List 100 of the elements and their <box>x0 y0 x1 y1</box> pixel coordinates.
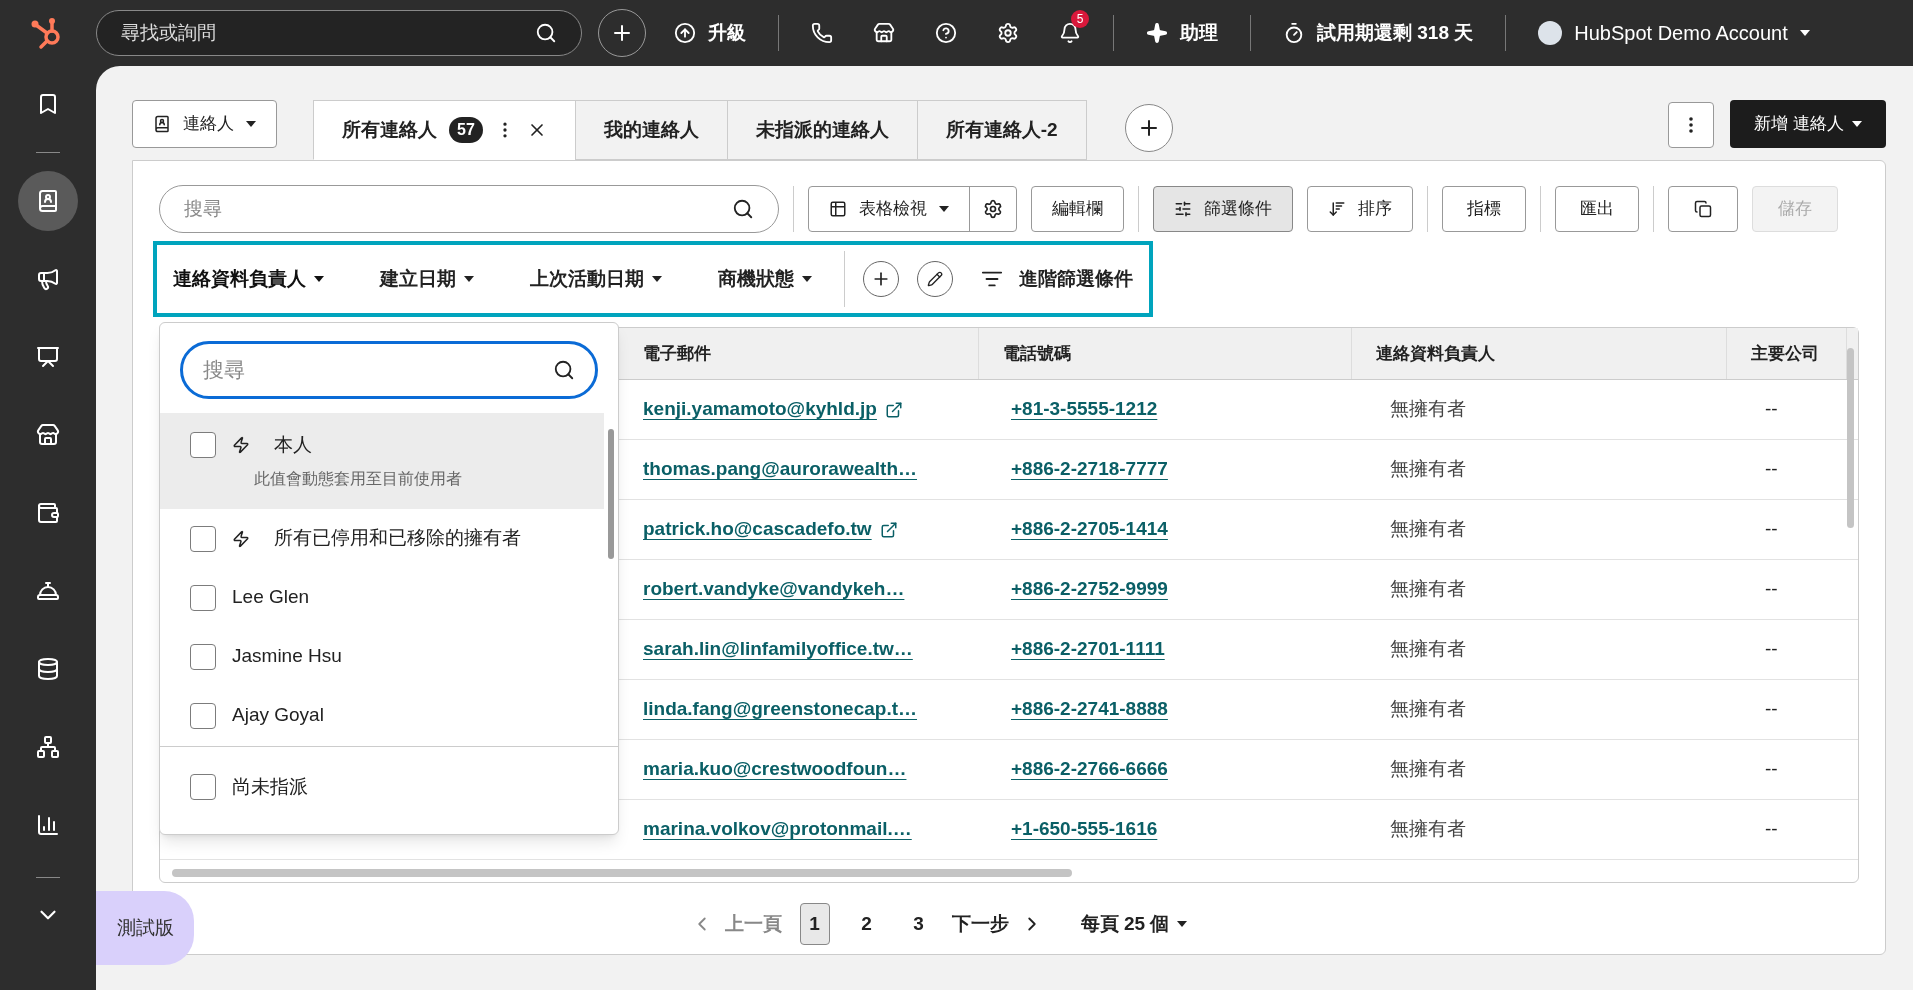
sidebar-item[interactable] <box>18 171 78 231</box>
filters-button[interactable]: 篩選條件 <box>1153 186 1293 232</box>
caret-icon <box>314 276 324 282</box>
export-button[interactable]: 匯出 <box>1555 186 1639 232</box>
view-tab[interactable]: 所有連絡人-2 <box>916 100 1087 160</box>
checkbox[interactable] <box>190 702 216 729</box>
sort-button[interactable]: 排序 <box>1307 186 1413 232</box>
next-page-button[interactable]: 下一步 <box>951 909 1043 939</box>
phone-link[interactable]: +886-2-2705-1414 <box>1011 518 1168 540</box>
email-link[interactable]: marina.volkov@protonmail.… <box>643 815 912 844</box>
owner-cell: 無擁有者 <box>1390 758 1466 780</box>
owner-cell: 無擁有者 <box>1390 398 1466 420</box>
service-bell-icon <box>36 579 60 603</box>
checkbox[interactable] <box>190 525 216 552</box>
owner-cell: 無擁有者 <box>1390 638 1466 660</box>
search-icon <box>535 22 557 44</box>
phone-link[interactable]: +886-2-2701-1111 <box>1011 638 1165 660</box>
settings-icon[interactable] <box>997 22 1019 44</box>
view-tab[interactable]: 我的連絡人 <box>574 100 728 160</box>
edit-columns-button[interactable]: 編輯欄 <box>1031 186 1124 232</box>
phone-link[interactable]: +81-3-5555-1212 <box>1011 398 1158 420</box>
object-selector[interactable]: 連絡人 <box>132 100 277 148</box>
column-header[interactable]: 連絡資料負責人 <box>1376 340 1495 367</box>
email-link[interactable]: kenji.yamamoto@kyhld.jp <box>643 395 877 424</box>
page-button[interactable]: 1 <box>799 903 830 945</box>
beta-button[interactable]: 測試版 <box>96 891 194 965</box>
account-menu[interactable]: HubSpot Demo Account <box>1538 18 1810 48</box>
company-cell: -- <box>1765 698 1778 720</box>
email-link[interactable]: sarah.lin@linfamilyoffice.tw… <box>643 635 913 664</box>
presentation-icon <box>36 345 60 369</box>
column-header[interactable]: 主要公司 <box>1751 340 1819 367</box>
sort-icon <box>1328 200 1346 218</box>
filter-dropdown[interactable]: 連絡資料負責人 <box>173 264 324 294</box>
option-label[interactable]: 尚未指派 <box>232 772 308 802</box>
megaphone-icon <box>36 267 60 291</box>
advanced-filters-button[interactable]: 進階篩選條件 <box>981 264 1133 294</box>
email-link[interactable]: robert.vandyke@vandykeh… <box>643 575 905 604</box>
page-button[interactable]: 3 <box>903 903 934 945</box>
phone-link[interactable]: +886-2-2752-9999 <box>1011 578 1168 600</box>
email-link[interactable]: linda.fang@greenstonecap.t… <box>643 695 917 724</box>
page-button[interactable]: 2 <box>851 903 882 945</box>
list-scrollbar[interactable] <box>608 429 614 559</box>
contact-book-icon <box>36 189 60 213</box>
contact-book-icon <box>153 115 171 133</box>
checkbox[interactable] <box>190 774 216 800</box>
caret-icon <box>652 276 662 282</box>
checkbox[interactable] <box>190 432 216 458</box>
company-cell: -- <box>1765 518 1778 540</box>
external-link-icon[interactable] <box>884 400 903 419</box>
database-icon <box>36 657 60 681</box>
store-icon <box>36 423 60 447</box>
column-header[interactable]: 電子郵件 <box>643 340 711 367</box>
email-link[interactable]: maria.kuo@crestwoodfoun… <box>643 755 907 784</box>
view-tab[interactable]: 未指派的連絡人 <box>726 100 918 160</box>
phone-icon[interactable] <box>811 22 833 44</box>
phone-link[interactable]: +1-650-555-1616 <box>1011 818 1158 840</box>
owner-cell: 無擁有者 <box>1390 518 1466 540</box>
option-hint: 此值會動態套用至目前使用者 <box>254 469 463 490</box>
pencil-icon <box>927 271 943 287</box>
create-contact-button[interactable]: 新增 連絡人 <box>1730 100 1886 148</box>
filter-dropdown[interactable]: 商機狀態 <box>718 264 812 294</box>
network-icon <box>36 735 60 759</box>
duplicate-button[interactable] <box>1668 186 1738 232</box>
arrow-up-circle-icon <box>674 22 696 44</box>
filter-dropdown[interactable]: 上次活動日期 <box>530 264 662 294</box>
caret-icon <box>1799 30 1810 36</box>
checkbox[interactable] <box>190 643 216 670</box>
sparkle-icon <box>1146 22 1168 44</box>
assistant-button[interactable]: 助理 <box>1146 18 1218 48</box>
notification-count: 5 <box>1071 10 1089 28</box>
owner-option[interactable]: 本人 此值會動態套用至目前使用者 <box>160 413 604 509</box>
table-icon <box>829 200 847 218</box>
horizontal-scrollbar[interactable] <box>172 869 1072 877</box>
timer-icon <box>1283 22 1305 44</box>
store-icon[interactable] <box>873 22 895 44</box>
upgrade-button[interactable]: 升級 <box>674 18 746 48</box>
metrics-button[interactable]: 指標 <box>1442 186 1526 232</box>
external-link-icon[interactable] <box>879 520 898 539</box>
search-field[interactable]: 搜尋 <box>180 341 598 399</box>
notifications-icon[interactable] <box>1059 22 1081 44</box>
avatar <box>1538 21 1563 45</box>
filter-dropdown[interactable]: 建立日期 <box>380 264 474 294</box>
vertical-scrollbar[interactable] <box>1847 348 1854 528</box>
help-icon[interactable] <box>935 22 957 44</box>
more-button[interactable] <box>1668 102 1715 148</box>
view-tab[interactable]: 所有連絡人 57 <box>313 100 576 160</box>
add-view-button[interactable] <box>1124 104 1173 152</box>
phone-link[interactable]: +886-2-2718-7777 <box>1011 458 1168 480</box>
phone-link[interactable]: +886-2-2766-6666 <box>1011 758 1168 780</box>
email-link[interactable]: thomas.pang@aurorawealth… <box>643 455 917 484</box>
trial-button[interactable]: 試用期還剩 318 天 <box>1283 18 1474 48</box>
per-page-dropdown[interactable]: 每頁 25 個 <box>1080 909 1188 939</box>
more-icon <box>1689 117 1694 133</box>
owner-cell: 無擁有者 <box>1390 818 1466 840</box>
column-header[interactable]: 電話號碼 <box>1003 340 1071 367</box>
checkbox[interactable] <box>190 584 216 611</box>
email-link[interactable]: patrick.ho@cascadefo.tw <box>643 515 872 544</box>
lightning-icon <box>232 436 250 454</box>
search-field[interactable]: 尋找或詢問 <box>96 10 582 56</box>
phone-link[interactable]: +886-2-2741-8888 <box>1011 698 1168 720</box>
